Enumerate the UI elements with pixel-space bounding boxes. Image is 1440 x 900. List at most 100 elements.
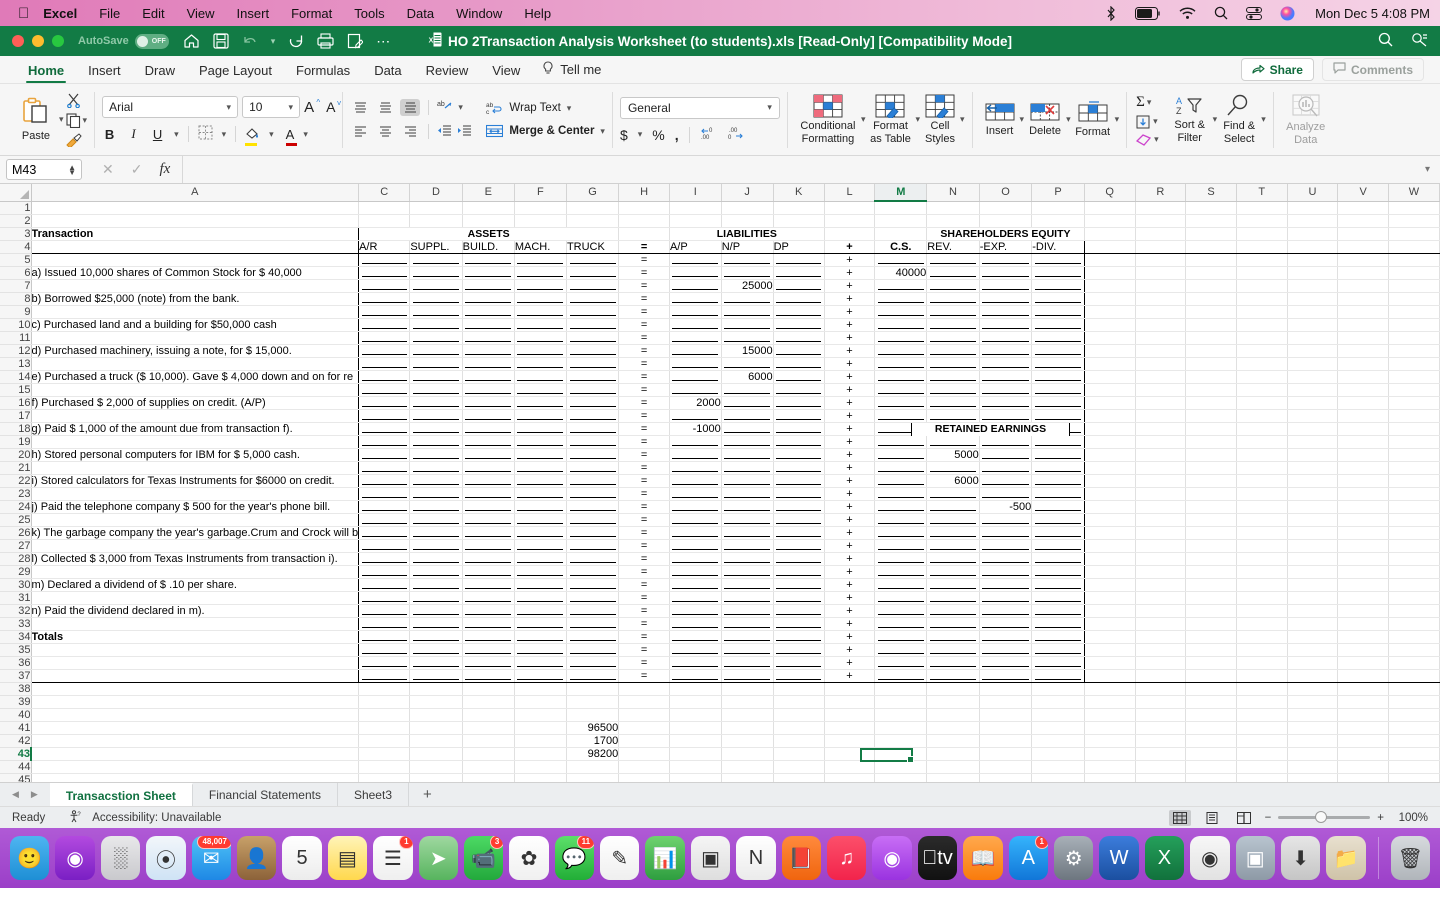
page-break-icon[interactable] [1233,810,1255,826]
cell-A14[interactable]: e) Purchased a truck ($ 10,000). Gave $ … [30,370,360,384]
cell-P35[interactable] [1031,643,1085,657]
cell-A35[interactable] [30,643,360,657]
cell-A4[interactable] [30,240,360,254]
cell-S41[interactable] [1185,721,1237,735]
cell-H6[interactable]: = [618,266,670,280]
cell-T44[interactable] [1236,760,1288,774]
cell-D16[interactable] [409,396,463,410]
cell-A43[interactable] [31,747,360,761]
cell-D36[interactable] [409,656,463,670]
dock-word-icon[interactable]: W [1099,836,1139,880]
cell-T29[interactable] [1236,565,1288,579]
cell-N17[interactable] [926,409,980,423]
cell-N43[interactable] [926,747,980,761]
cell-P44[interactable] [1031,760,1085,774]
cell-L4[interactable]: + [823,240,876,254]
cell-V36[interactable] [1337,656,1389,670]
cell-D6[interactable] [409,266,463,280]
cell-F1[interactable] [514,201,567,215]
cell-N9[interactable] [926,305,980,319]
row-header-9[interactable]: 9 [0,305,32,319]
cell-O35[interactable] [978,643,1033,657]
find-select-button[interactable]: Find & Select [1217,94,1261,145]
cell-V1[interactable] [1337,201,1389,215]
cell-P5[interactable] [1031,253,1085,267]
tab-home[interactable]: Home [16,61,76,83]
cell-D28[interactable] [409,552,463,566]
cell-Q19[interactable] [1084,435,1136,449]
cell-P25[interactable] [1031,513,1085,527]
cell-I37[interactable] [668,669,722,683]
row-header-38[interactable]: 38 [0,682,32,696]
fill-color-button[interactable] [245,126,260,146]
cell-V8[interactable] [1337,292,1389,306]
cell-J20[interactable] [720,448,774,462]
row-header-24[interactable]: 24 [0,500,32,514]
cell-L26[interactable]: + [823,526,876,540]
cell-M22[interactable] [874,474,928,488]
cell-M29[interactable] [874,565,928,579]
cell-L27[interactable]: + [823,539,876,553]
row-header-2[interactable]: 2 [0,214,32,228]
cell-I5[interactable] [668,253,722,267]
zoom-level-label[interactable]: 100% [1394,812,1428,824]
cell-F13[interactable] [513,357,567,371]
find-select-chevron-icon[interactable]: ▾ [1261,114,1266,125]
cell-F20[interactable] [513,448,567,462]
cell-R14[interactable] [1135,370,1187,384]
cell-T8[interactable] [1236,292,1288,306]
cell-I38[interactable] [669,682,722,696]
cell-D11[interactable] [409,331,463,345]
cell-D10[interactable] [409,318,463,332]
cell-O43[interactable] [979,747,1033,761]
cell-D31[interactable] [409,591,463,605]
cell-O28[interactable] [978,552,1033,566]
cell-A12[interactable]: d) Purchased machinery, issuing a note, … [30,344,360,358]
cell-E39[interactable] [462,695,515,709]
cell-K32[interactable] [772,604,825,618]
row-header-30[interactable]: 30 [0,578,32,592]
cell-H40[interactable] [618,708,670,722]
cell-L42[interactable] [824,734,876,748]
cell-G20[interactable] [565,448,620,462]
cell-K23[interactable] [772,487,825,501]
merge-center-button[interactable]: Merge & Center ▾ [486,124,605,138]
cell-I17[interactable] [668,409,722,423]
accessibility-status[interactable]: Accessibility: Unavailable [92,812,221,824]
cell-F45[interactable] [514,773,567,782]
cell-A42[interactable] [31,734,360,748]
cell-O44[interactable] [979,760,1033,774]
cell-H32[interactable]: = [618,604,670,618]
cell-C13[interactable] [358,357,411,371]
fill-chevron-icon[interactable]: ▾ [1153,116,1158,127]
cell-H31[interactable]: = [618,591,670,605]
cell-O4[interactable]: -EXP. [978,240,1033,254]
menu-item-format[interactable]: Format [291,6,332,21]
cell-M35[interactable] [874,643,928,657]
increase-decimal-button[interactable]: 0.00 [700,127,717,143]
cell-A27[interactable] [30,539,360,553]
cell-U11[interactable] [1287,331,1339,345]
cell-K26[interactable] [772,526,825,540]
cell-L22[interactable]: + [823,474,876,488]
cell-M38[interactable] [874,682,928,696]
cell-C10[interactable] [358,318,411,332]
currency-chevron-icon[interactable]: ▾ [638,129,643,140]
cell-F22[interactable] [513,474,567,488]
cell-N23[interactable] [926,487,980,501]
column-header-M[interactable]: M [874,184,928,202]
cell-D30[interactable] [409,578,463,592]
cell-T26[interactable] [1236,526,1288,540]
cell-C29[interactable] [358,565,411,579]
row-header-41[interactable]: 41 [0,721,32,735]
clear-chevron-icon[interactable]: ▾ [1154,134,1159,145]
cell-E14[interactable] [461,370,515,384]
cell-M26[interactable] [874,526,928,540]
cell-R7[interactable] [1135,279,1187,293]
cell-P28[interactable] [1031,552,1085,566]
cell-K36[interactable] [772,656,825,670]
dock-contacts-icon[interactable]: 👤 [236,836,277,880]
cell-U36[interactable] [1287,656,1339,670]
cell-D44[interactable] [409,760,463,774]
cell-D7[interactable] [409,279,463,293]
